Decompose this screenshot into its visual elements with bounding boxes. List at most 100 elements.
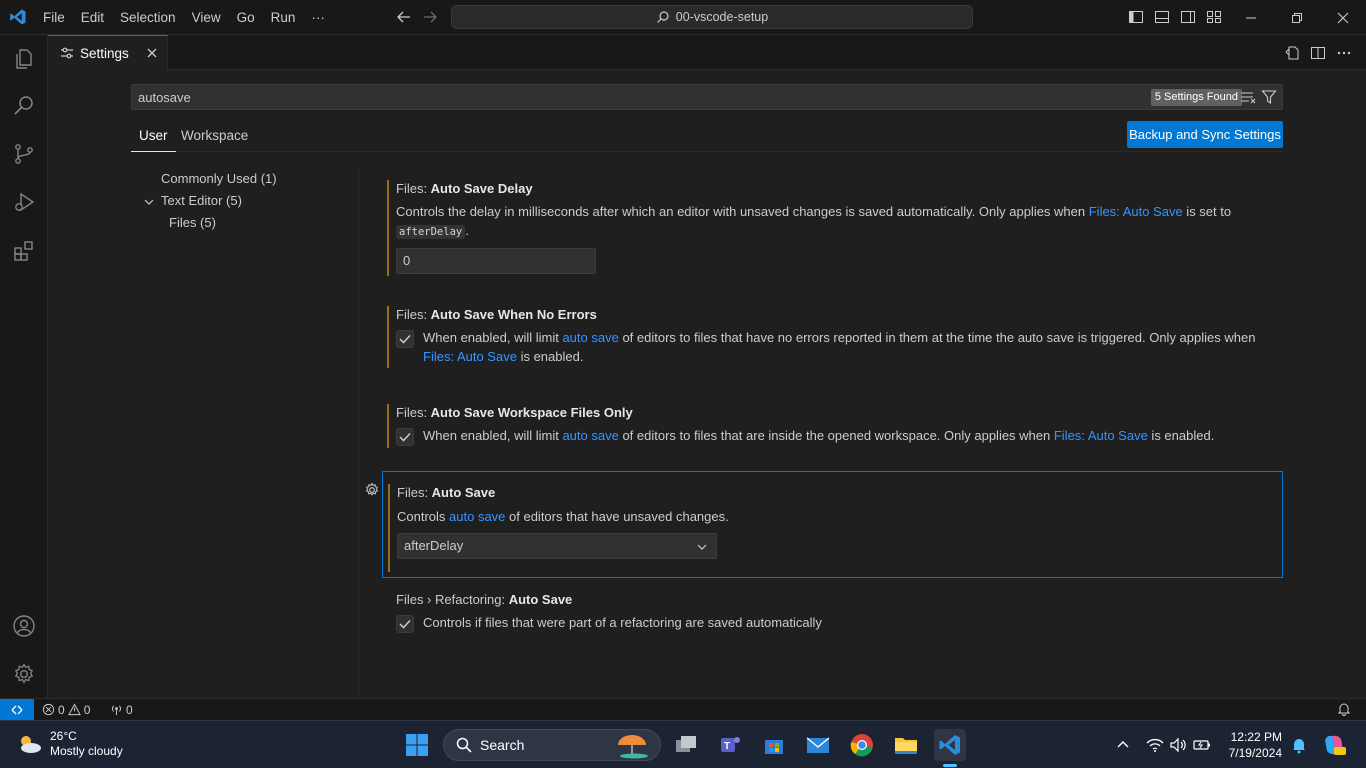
taskbar-search[interactable]: Search — [443, 729, 661, 761]
minimize-button[interactable] — [1228, 0, 1274, 35]
search-icon — [456, 737, 472, 753]
code-value: afterDelay — [396, 225, 466, 239]
forward-arrow-icon[interactable] — [421, 8, 439, 26]
back-arrow-icon[interactable] — [395, 8, 413, 26]
setting-gear-icon[interactable] — [364, 482, 380, 498]
task-view-button[interactable] — [670, 729, 702, 761]
menu-go[interactable]: Go — [229, 0, 263, 35]
explorer-icon[interactable] — [12, 47, 36, 71]
broadcast-icon — [112, 705, 121, 716]
auto-save-workspace-checkbox[interactable] — [396, 428, 414, 446]
notifications-bell-icon[interactable] — [1337, 702, 1351, 716]
menu-selection[interactable]: Selection — [112, 0, 184, 35]
more-actions-icon[interactable] — [1336, 45, 1352, 61]
show-hidden-icons-chevron-icon[interactable] — [1113, 735, 1133, 755]
menu-edit[interactable]: Edit — [73, 0, 112, 35]
toggle-primary-sidebar-icon[interactable] — [1128, 9, 1144, 25]
tab-settings[interactable]: Settings — [48, 35, 168, 70]
notification-bell-icon[interactable] — [1289, 735, 1309, 755]
menu-file[interactable]: File — [35, 0, 73, 35]
search-icon[interactable] — [12, 94, 36, 118]
auto-save-delay-input[interactable]: 0 — [396, 248, 596, 274]
toc-files[interactable]: Files (5) — [169, 215, 216, 230]
mail-app-button[interactable] — [802, 729, 834, 761]
setting-link[interactable]: auto save — [562, 428, 618, 443]
vscode-app-button[interactable] — [934, 729, 966, 767]
settings-found-badge: 5 Settings Found — [1150, 89, 1242, 106]
start-button[interactable] — [401, 729, 433, 761]
setting-link[interactable]: auto save — [562, 330, 618, 345]
file-explorer-button[interactable] — [890, 729, 922, 761]
store-icon — [765, 740, 783, 754]
refactoring-auto-save-checkbox[interactable] — [396, 615, 414, 633]
remote-icon — [11, 705, 23, 714]
microsoft-store-button[interactable] — [758, 729, 790, 761]
setting-description: Controls if files that were part of a re… — [423, 615, 822, 630]
backup-sync-button[interactable]: Backup and Sync Settings — [1127, 121, 1283, 148]
customize-layout-icon[interactable] — [1206, 9, 1222, 25]
menu-view[interactable]: View — [184, 0, 229, 35]
setting-auto-save-workspace-only: Files: Auto Save Workspace Files Only Wh… — [382, 398, 1283, 448]
run-debug-icon[interactable] — [12, 190, 36, 214]
source-control-icon[interactable] — [12, 142, 36, 166]
status-bar: 0 0 0 — [0, 698, 1366, 720]
menu-more[interactable]: ··· — [303, 0, 333, 35]
setting-title: Files: Auto Save Workspace Files Only — [396, 405, 633, 420]
split-editor-icon[interactable] — [1310, 45, 1326, 61]
close-icon — [1337, 12, 1349, 23]
clear-filter-icon[interactable] — [1240, 89, 1256, 105]
menu-run[interactable]: Run — [263, 0, 304, 35]
restore-button[interactable] — [1274, 0, 1320, 35]
task-view-icon — [676, 736, 696, 752]
active-app-indicator — [943, 764, 957, 767]
taskbar-search-label: Search — [480, 737, 525, 753]
title-bar: File Edit Selection View Go Run ··· 00-v… — [0, 0, 1366, 35]
settings-search-input[interactable]: autosave 5 Settings Found — [131, 84, 1283, 110]
chrome-app-button[interactable] — [846, 729, 878, 761]
setting-title: Files: Auto Save Delay — [396, 181, 533, 196]
toc-commonly-used[interactable]: Commonly Used (1) — [161, 171, 277, 186]
filter-icon[interactable] — [1261, 89, 1277, 105]
weather-widget[interactable]: 26°C Mostly cloudy — [16, 729, 123, 759]
accounts-icon[interactable] — [12, 614, 36, 638]
setting-title: Files: Auto Save — [397, 485, 496, 500]
setting-link[interactable]: auto save — [449, 509, 505, 524]
manage-gear-icon[interactable] — [12, 662, 36, 686]
setting-link[interactable]: Files: Auto Save — [423, 349, 517, 364]
modified-indicator — [388, 484, 390, 572]
toggle-secondary-sidebar-icon[interactable] — [1180, 9, 1196, 25]
vscode-logo-icon — [0, 0, 35, 35]
toc-divider — [358, 168, 359, 698]
taskbar-clock[interactable]: 12:22 PM 7/19/2024 — [1228, 729, 1282, 761]
toggle-panel-icon[interactable] — [1154, 9, 1170, 25]
teams-app-button[interactable]: T — [714, 729, 746, 761]
tab-user[interactable]: User — [131, 122, 176, 152]
error-count: 0 — [58, 702, 65, 717]
windows-taskbar: 26°C Mostly cloudy Search T 12:22 PM 7/1… — [0, 720, 1366, 768]
setting-link[interactable]: Files: Auto Save — [1054, 428, 1148, 443]
open-settings-json-icon[interactable] — [1284, 45, 1300, 61]
temperature: 26°C — [50, 729, 77, 743]
beach-umbrella-icon — [618, 735, 648, 759]
extensions-icon[interactable] — [12, 239, 36, 263]
close-window-button[interactable] — [1320, 0, 1366, 35]
ports-indicator[interactable]: 0 — [110, 699, 133, 720]
setting-refactoring-auto-save: Files › Refactoring: Auto Save Controls … — [382, 585, 1283, 635]
editor-tab-bar: Settings — [48, 35, 1366, 70]
auto-save-no-errors-checkbox[interactable] — [396, 330, 414, 348]
auto-save-select-value: afterDelay — [404, 538, 464, 553]
remote-indicator-button[interactable] — [0, 699, 34, 720]
setting-link[interactable]: Files: Auto Save — [1089, 204, 1183, 219]
auto-save-select[interactable]: afterDelay — [397, 533, 717, 559]
search-icon — [656, 11, 669, 23]
problems-indicator[interactable]: 0 0 — [42, 699, 90, 720]
wifi-icon[interactable] — [1145, 735, 1165, 755]
copilot-icon[interactable] — [1321, 732, 1347, 758]
command-center-search[interactable]: 00-vscode-setup — [451, 5, 973, 29]
close-icon[interactable] — [145, 46, 159, 60]
ports-count: 0 — [126, 702, 133, 717]
volume-icon[interactable] — [1168, 735, 1188, 755]
tab-workspace[interactable]: Workspace — [173, 122, 256, 152]
battery-icon[interactable] — [1192, 735, 1212, 755]
modified-indicator — [387, 180, 389, 276]
